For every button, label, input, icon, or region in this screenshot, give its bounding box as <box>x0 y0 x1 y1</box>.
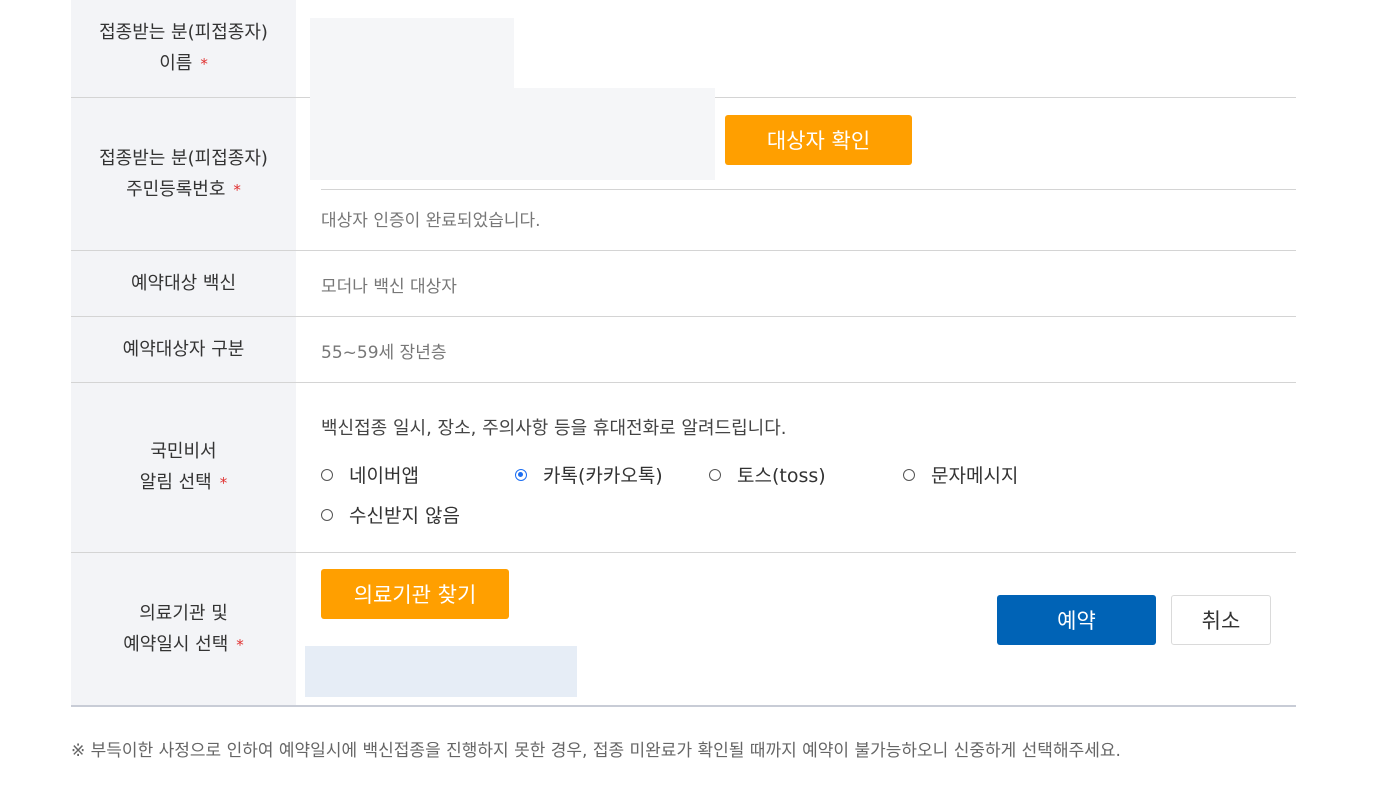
label-rrn-line1: 접종받는 분(피접종자) <box>99 147 268 169</box>
radio-label: 토스(toss) <box>737 465 826 487</box>
required-star: * <box>233 180 241 199</box>
required-star: * <box>200 55 208 73</box>
label-category: 예약대상자 구분 <box>71 317 296 382</box>
cancel-button[interactable]: 취소 <box>1171 595 1271 645</box>
label-notify: 국민비서 알림 선택 * <box>71 383 296 552</box>
inner-divider <box>321 189 1296 190</box>
radio-label: 네이버앱 <box>349 465 419 487</box>
required-star: * <box>236 635 244 654</box>
radio-no-receive[interactable]: 수신받지 않음 <box>321 501 460 528</box>
radio-circle-checked[interactable] <box>515 468 527 481</box>
row-rrn: 접종받는 분(피접종자) 주민등록번호 * 대상자 확인 대상자 인증이 완료되었… <box>71 88 1296 251</box>
rrn-input-redacted[interactable] <box>310 88 715 180</box>
radio-circle[interactable] <box>321 468 333 481</box>
radio-kakaotalk[interactable]: 카톡(카카오톡) <box>515 461 663 488</box>
required-star: * <box>219 474 228 492</box>
radio-circle[interactable] <box>903 468 915 481</box>
notify-description: 백신접종 일시, 장소, 주의사항 등을 휴대전화로 알려드립니다. <box>321 418 787 439</box>
label-name: 접종받는 분(피접종자) 이름 * <box>71 0 296 97</box>
row-name: 접종받는 분(피접종자) 이름 * <box>71 0 1296 98</box>
label-vaccine: 예약대상 백신 <box>71 251 296 316</box>
verification-status: 대상자 인증이 완료되었습니다. <box>321 211 541 231</box>
label-name-line1: 접종받는 분(피접종자) <box>99 22 268 43</box>
label-hospital-line2: 예약일시 선택 <box>123 633 229 655</box>
row-vaccine: 예약대상 백신 모더나 백신 대상자 <box>71 251 1296 317</box>
vaccine-value: 모더나 백신 대상자 <box>321 277 457 297</box>
radio-toss[interactable]: 토스(toss) <box>709 461 826 488</box>
verify-target-button[interactable]: 대상자 확인 <box>725 115 912 165</box>
radio-label: 카톡(카카오톡) <box>543 465 663 487</box>
radio-label: 수신받지 않음 <box>349 505 460 527</box>
row-notify: 국민비서 알림 선택 * 백신접종 일시, 장소, 주의사항 등을 휴대전화로 알… <box>71 383 1296 553</box>
label-name-line2: 이름 <box>159 53 193 74</box>
label-hospital: 의료기관 및 예약일시 선택 * <box>71 553 296 705</box>
radio-circle[interactable] <box>709 468 721 481</box>
label-rrn-line2: 주민등록번호 <box>126 178 226 200</box>
reserve-button[interactable]: 예약 <box>997 595 1156 645</box>
label-notify-line1: 국민비서 <box>150 441 217 462</box>
row-hospital: 의료기관 및 예약일시 선택 * 의료기관 찾기 예약 취소 <box>71 553 1296 707</box>
notify-radio-group: 네이버앱 카톡(카카오톡) 토스(toss) 문자메시지 수신받지 않음 <box>321 461 1221 541</box>
reservation-datetime-redacted <box>305 646 577 697</box>
radio-circle[interactable] <box>321 508 333 521</box>
radio-label: 문자메시지 <box>931 465 1019 487</box>
reservation-notice: ※ 부득이한 사정으로 인하여 예약일시에 백신접종을 진행하지 못한 경우, … <box>71 741 1121 761</box>
radio-naver-app[interactable]: 네이버앱 <box>321 461 419 488</box>
label-hospital-line1: 의료기관 및 <box>139 602 228 624</box>
label-notify-line2: 알림 선택 <box>139 472 212 493</box>
find-hospital-button[interactable]: 의료기관 찾기 <box>321 569 509 619</box>
radio-sms[interactable]: 문자메시지 <box>903 461 1018 488</box>
category-value: 55~59세 장년층 <box>321 343 447 363</box>
row-category: 예약대상자 구분 55~59세 장년층 <box>71 317 1296 383</box>
label-rrn: 접종받는 분(피접종자) 주민등록번호 * <box>71 98 296 250</box>
name-input-redacted[interactable] <box>310 18 514 98</box>
